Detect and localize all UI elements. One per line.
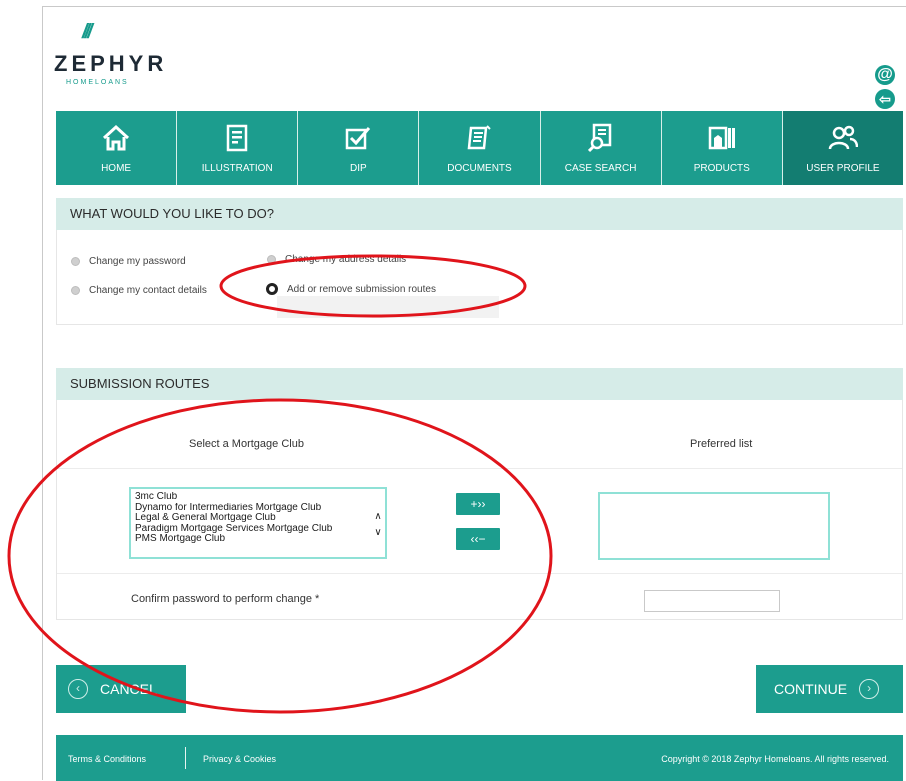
footer-divider [185,747,186,769]
list-item[interactable]: Paradigm Mortgage Services Mortgage Club [135,524,371,535]
documents-icon [419,123,539,153]
logo-mark: /// [82,21,93,43]
footer: Terms & Conditions Privacy & Cookies Cop… [56,735,903,781]
privacy-link[interactable]: Privacy & Cookies [203,754,276,764]
confirm-password-input[interactable] [644,590,780,612]
chevron-up-icon[interactable]: ∧ [372,509,384,525]
cancel-button[interactable]: ‹ CANCEL [56,665,186,713]
home-icon [56,123,176,153]
at-icon[interactable]: @ [875,65,895,85]
radio-selected-icon[interactable] [266,283,278,295]
mortgage-club-list[interactable]: 3mc Club Dynamo for Intermediaries Mortg… [129,487,387,559]
case-search-icon [541,123,661,153]
submission-routes-title: SUBMISSION ROUTES [56,368,903,400]
list-item[interactable]: PMS Mortgage Club [135,534,371,545]
nav-label: DOCUMENTS [447,163,512,174]
option-label: Change my contact details [89,285,207,296]
continue-label: CONTINUE [774,681,848,697]
chevron-right-circle-icon: › [859,679,880,699]
selected-option-highlight [277,296,499,318]
logo-wordmark: ZEPHYR [54,51,168,76]
continue-button[interactable]: CONTINUE › [756,665,903,713]
nav-item-illustration[interactable]: ILLUSTRATION [177,111,299,185]
terms-link[interactable]: Terms & Conditions [68,754,146,764]
list-item[interactable]: Legal & General Mortgage Club [135,513,371,524]
add-to-preferred-button[interactable]: +›› [456,493,500,515]
nav-item-user-profile[interactable]: USER PROFILE [782,111,903,185]
dip-icon [298,123,418,153]
select-club-label: Select a Mortgage Club [189,438,304,450]
chevron-left-circle-icon: ‹ [68,679,88,699]
option-label: Change my address details [285,254,407,265]
confirm-password-label: Confirm password to perform change * [131,593,320,605]
option-submission-routes[interactable]: Add or remove submission routes [266,283,436,295]
preferred-list-box[interactable] [598,492,830,560]
chevron-down-icon[interactable]: ∨ [372,525,384,541]
nav-label: DIP [350,163,367,174]
what-to-do-panel: Change my password Change my address det… [56,230,903,325]
what-to-do-title: WHAT WOULD YOU LIKE TO DO? [56,198,903,230]
nav-label: ILLUSTRATION [201,163,273,174]
divider [57,468,902,469]
nav-item-dip[interactable]: DIP [298,111,420,185]
logo-subtitle: HOMELOANS [66,79,129,86]
page-frame: /// ZEPHYR HOMELOANS @ ⇦ HOME ILLUSTRATI… [42,6,906,781]
main-nav: HOME ILLUSTRATION DIP DOCUMENTS CASE SEA… [56,111,903,185]
list-scrollbar[interactable]: ∧ ∨ [372,509,384,545]
option-label: Add or remove submission routes [287,283,436,295]
illustration-icon [177,123,297,153]
nav-item-products[interactable]: PRODUCTS [662,111,783,185]
radio-icon[interactable] [267,255,276,264]
option-label: Change my password [89,256,186,267]
nav-item-documents[interactable]: DOCUMENTS [419,111,541,185]
option-change-password[interactable]: Change my password [71,256,186,267]
nav-item-home[interactable]: HOME [56,111,178,185]
products-icon [662,123,782,153]
radio-icon[interactable] [71,286,80,295]
nav-label: USER PROFILE [806,163,880,174]
preferred-list-label: Preferred list [690,438,753,450]
nav-label: HOME [101,163,132,174]
option-change-contact[interactable]: Change my contact details [71,285,207,296]
list-item[interactable]: 3mc Club [135,492,371,503]
option-change-address[interactable]: Change my address details [267,254,406,265]
list-item[interactable]: Dynamo for Intermediaries Mortgage Club [135,503,371,514]
divider [57,573,902,574]
radio-icon[interactable] [71,257,80,266]
user-profile-icon [783,123,903,153]
nav-label: PRODUCTS [693,163,750,174]
cancel-label: CANCEL [100,681,157,697]
nav-item-case-search[interactable]: CASE SEARCH [541,111,662,185]
copyright-text: Copyright © 2018 Zephyr Homeloans. All r… [661,754,889,764]
nav-label: CASE SEARCH [564,163,637,174]
logout-icon[interactable]: ⇦ [875,89,895,109]
remove-from-preferred-button[interactable]: ‹‹− [456,528,500,550]
brand-logo[interactable]: /// ZEPHYR HOMELOANS [54,21,184,101]
